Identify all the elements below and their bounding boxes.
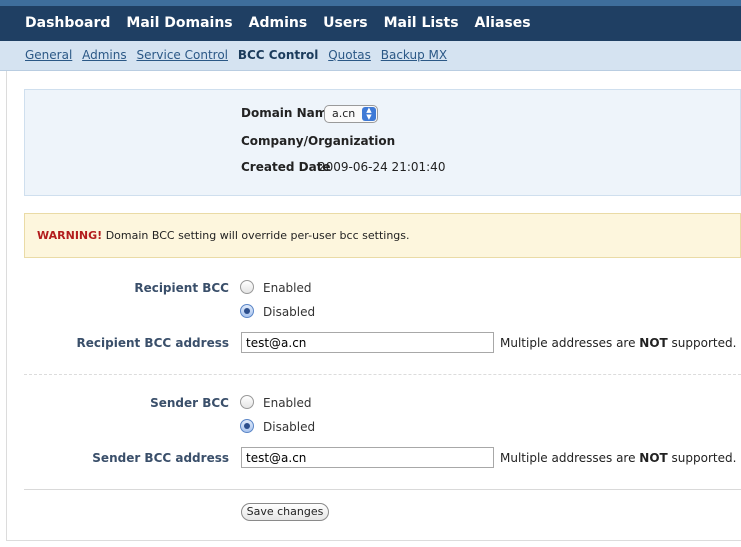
form-footer-separator bbox=[24, 489, 741, 490]
domain-select-value: a.cn bbox=[332, 107, 356, 120]
sender-note-strong: NOT bbox=[639, 451, 668, 465]
recipient-address-input[interactable] bbox=[241, 332, 494, 353]
sender-address-label: Sender BCC address bbox=[92, 451, 229, 465]
sender-note-post: supported. bbox=[667, 451, 737, 465]
nav-mail-lists[interactable]: Mail Lists bbox=[384, 15, 459, 31]
top-navigation-bar: Dashboard Mail Domains Admins Users Mail… bbox=[0, 0, 741, 41]
sub-navigation-bar: General Admins Service Control BCC Contr… bbox=[0, 41, 741, 71]
tab-bcc-control[interactable]: BCC Control bbox=[238, 48, 319, 62]
sender-address-input[interactable] bbox=[241, 447, 494, 468]
tab-quotas[interactable]: Quotas bbox=[328, 48, 371, 62]
sender-address-note: Multiple addresses are NOT supported. bbox=[500, 451, 736, 465]
nav-aliases[interactable]: Aliases bbox=[475, 15, 531, 31]
sender-enabled-radio[interactable] bbox=[240, 395, 254, 409]
warning-text: WARNING! Domain BCC setting will overrid… bbox=[37, 229, 410, 242]
save-changes-button[interactable]: Save changes bbox=[241, 503, 329, 521]
recipient-address-note: Multiple addresses are NOT supported. bbox=[500, 336, 736, 350]
warning-box: WARNING! Domain BCC setting will overrid… bbox=[24, 213, 741, 258]
warning-message: Domain BCC setting will override per-use… bbox=[105, 229, 410, 242]
recipient-bcc-label: Recipient BCC bbox=[134, 281, 229, 295]
tab-admins[interactable]: Admins bbox=[82, 48, 127, 62]
tab-general[interactable]: General bbox=[25, 48, 72, 62]
sender-disabled-label: Disabled bbox=[263, 420, 316, 434]
updown-arrows-icon: ▲ ▼ bbox=[362, 107, 376, 121]
sender-note-pre: Multiple addresses are bbox=[500, 451, 640, 465]
company-label: Company/Organization bbox=[241, 134, 396, 148]
sub-nav: General Admins Service Control BCC Contr… bbox=[25, 48, 453, 62]
recipient-address-label: Recipient BCC address bbox=[76, 336, 229, 350]
tab-service-control[interactable]: Service Control bbox=[136, 48, 228, 62]
sender-disabled-radio[interactable] bbox=[240, 419, 254, 433]
top-nav: Dashboard Mail Domains Admins Users Mail… bbox=[25, 15, 547, 31]
recipient-disabled-label: Disabled bbox=[263, 305, 316, 319]
sender-bcc-label: Sender BCC bbox=[150, 396, 229, 410]
recipient-enabled-label: Enabled bbox=[263, 281, 312, 295]
recipient-enabled-radio[interactable] bbox=[240, 280, 254, 294]
nav-admins[interactable]: Admins bbox=[249, 15, 308, 31]
recipient-note-strong: NOT bbox=[639, 336, 668, 350]
warning-strong: WARNING! bbox=[37, 229, 103, 242]
domain-name-label: Domain Name bbox=[241, 106, 336, 120]
recipient-note-post: supported. bbox=[667, 336, 737, 350]
nav-dashboard[interactable]: Dashboard bbox=[25, 15, 110, 31]
section-separator bbox=[24, 374, 741, 375]
nav-users[interactable]: Users bbox=[323, 15, 367, 31]
tab-backup-mx[interactable]: Backup MX bbox=[381, 48, 447, 62]
sender-enabled-label: Enabled bbox=[263, 396, 312, 410]
recipient-disabled-radio[interactable] bbox=[240, 304, 254, 318]
created-date-value: 2009-06-24 21:01:40 bbox=[318, 160, 446, 174]
recipient-note-pre: Multiple addresses are bbox=[500, 336, 640, 350]
domain-select[interactable]: a.cn ▲ ▼ bbox=[324, 105, 378, 123]
nav-mail-domains[interactable]: Mail Domains bbox=[126, 15, 232, 31]
